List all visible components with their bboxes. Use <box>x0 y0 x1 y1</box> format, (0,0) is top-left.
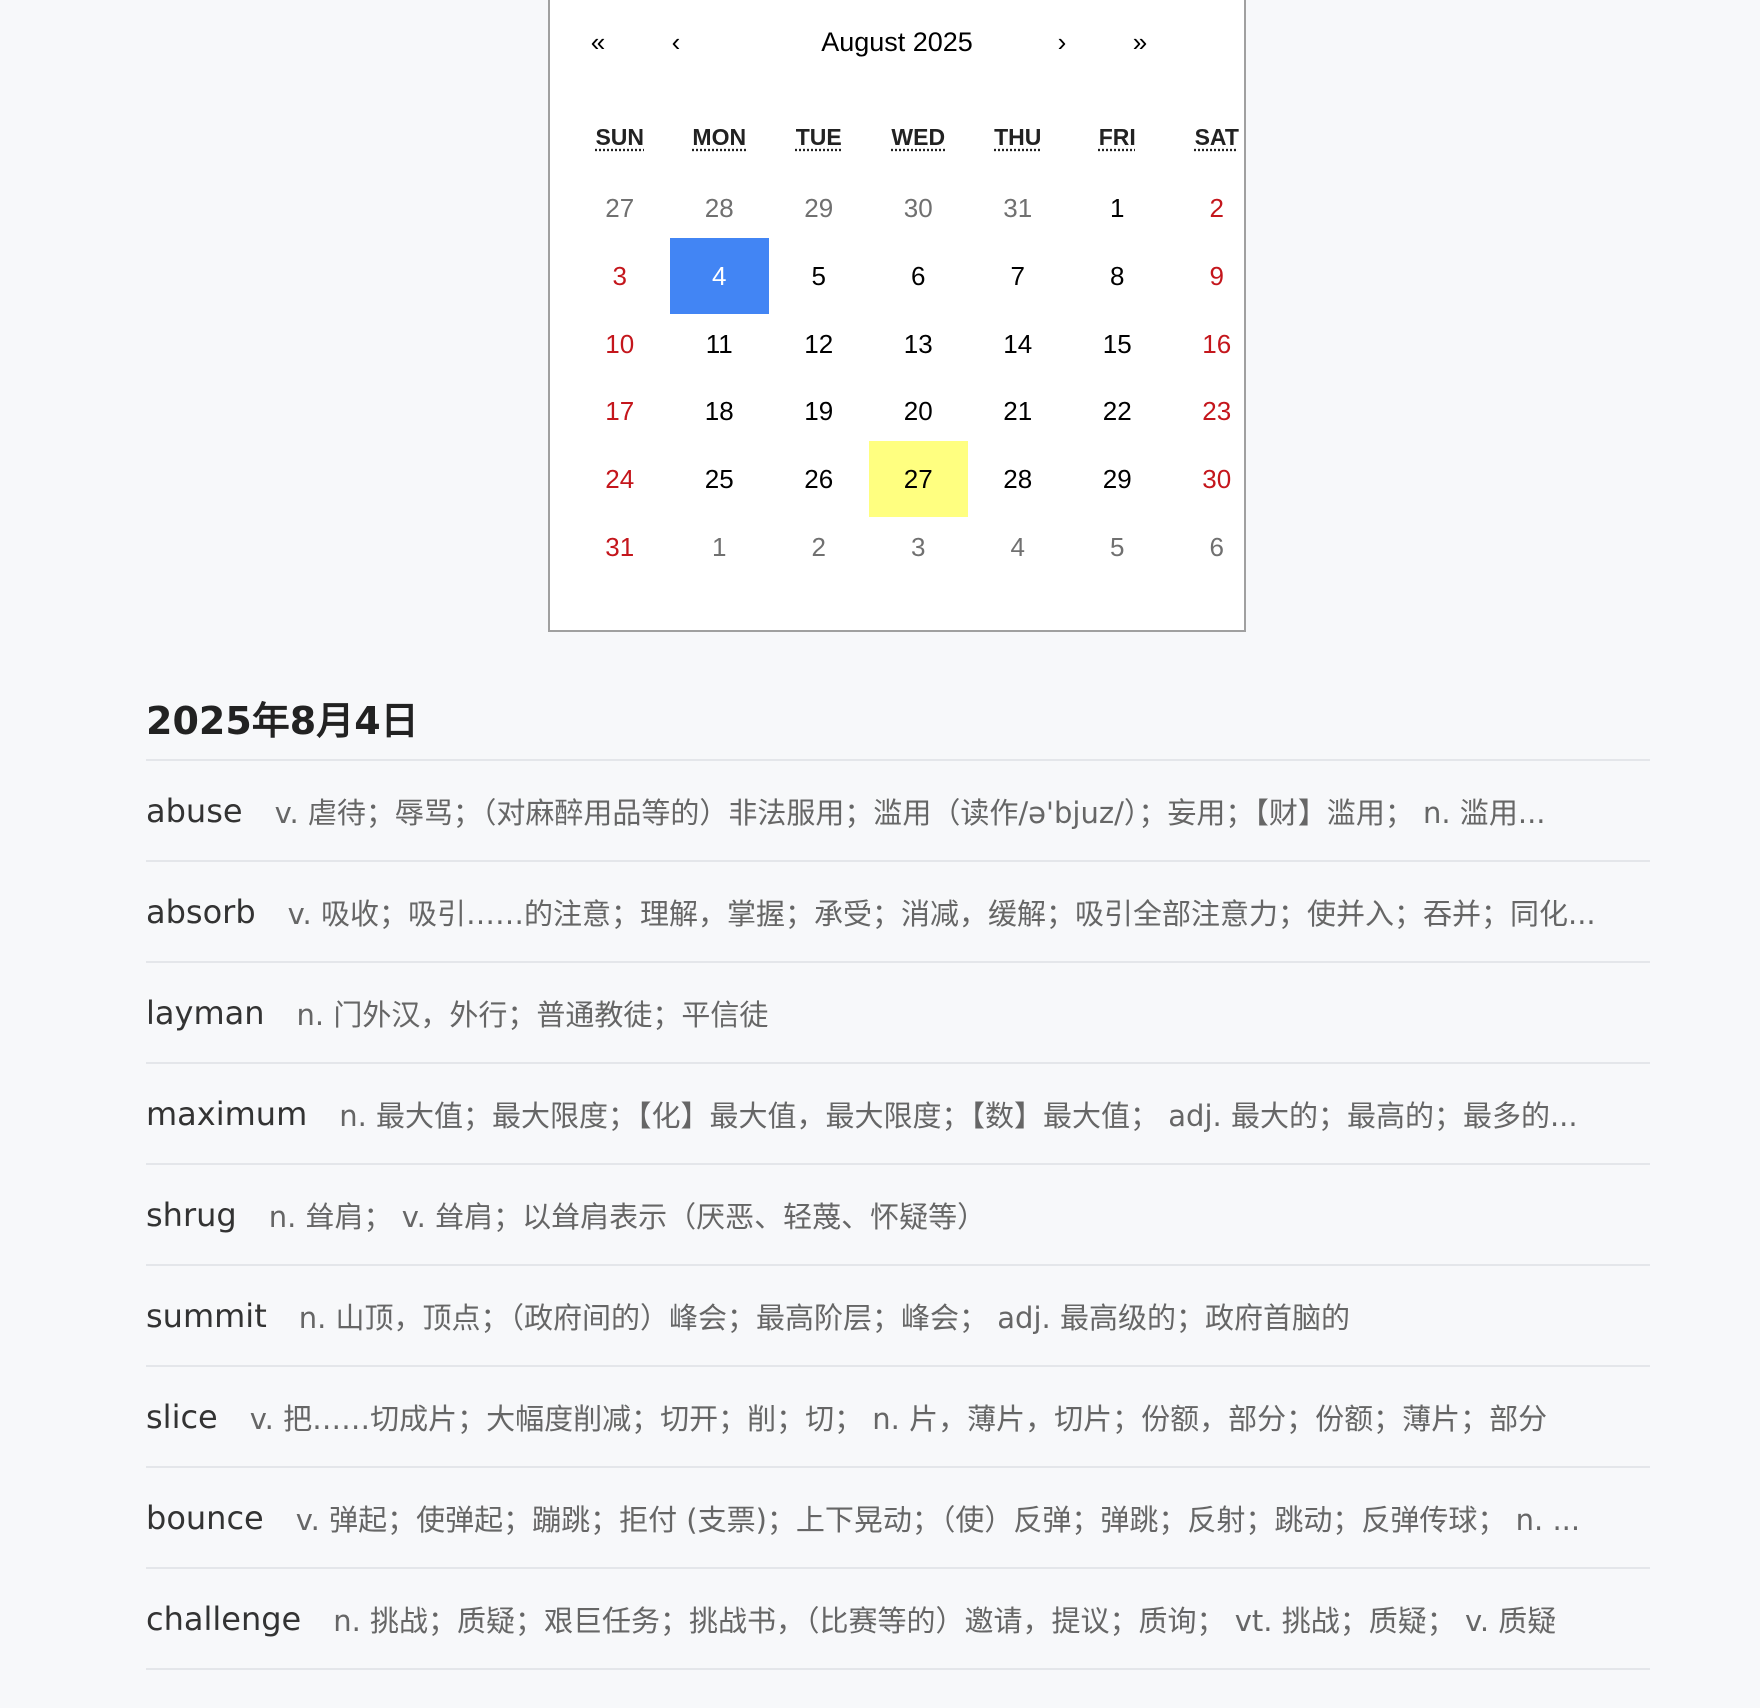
calendar-day[interactable]: 29 <box>769 170 869 246</box>
word-definition: n. 挑战；质疑；艰巨任务；挑战书，（比赛等的）邀请，提议；质询； vt. 挑战… <box>333 1603 1557 1638</box>
calendar-day[interactable]: 21 <box>968 373 1068 449</box>
weekday-mon: MON <box>670 124 770 151</box>
word-list: abuse v. 虐待；辱骂；（对麻醉用品等的）非法服用；滥用（读作/ə'bjuz… <box>146 761 1650 1670</box>
calendar-day[interactable]: 28 <box>968 441 1068 517</box>
selected-date-heading: 2025年8月4日 <box>146 699 419 743</box>
weekday-fri: FRI <box>1068 124 1168 151</box>
calendar-day[interactable]: 10 <box>570 306 670 382</box>
calendar-day[interactable]: 31 <box>570 509 670 585</box>
word-definition: v. 弹起；使弹起；蹦跳；拒付 (支票)；上下晃动；（使）反弹；弹跳；反射；跳动… <box>295 1502 1581 1537</box>
calendar-day[interactable]: 14 <box>968 306 1068 382</box>
calendar-day[interactable]: 26 <box>769 441 869 517</box>
word-definition: v. 吸收；吸引……的注意；理解，掌握；承受；消减，缓解；吸引全部注意力；使并入… <box>287 896 1596 931</box>
calendar-day[interactable]: 7 <box>968 238 1068 314</box>
word-definition: n. 山顶，顶点；（政府间的）峰会；最高阶层；峰会； adj. 最高级的；政府首… <box>298 1300 1350 1335</box>
calendar-day[interactable]: 6 <box>1167 509 1267 585</box>
calendar-day[interactable]: 19 <box>769 373 869 449</box>
calendar-day[interactable]: 3 <box>869 509 969 585</box>
weekday-sun: SUN <box>570 124 670 151</box>
calendar-day[interactable]: 27 <box>570 170 670 246</box>
calendar-widget: « ‹ August 2025 › » SUN MON TUE WED THU FRI SA… <box>548 0 1246 632</box>
calendar-day[interactable]: 13 <box>869 306 969 382</box>
weekday-label: SUN <box>595 124 645 150</box>
weekday-label: TUE <box>795 124 842 150</box>
word-list-item[interactable]: challenge n. 挑战；质疑；艰巨任务；挑战书，（比赛等的）邀请，提议；质… <box>146 1569 1650 1670</box>
calendar-day[interactable]: 28 <box>670 170 770 246</box>
weekday-thu: THU <box>968 124 1068 151</box>
calendar-day[interactable]: 17 <box>570 373 670 449</box>
word-list-item[interactable]: shrug n. 耸肩； v. 耸肩；以耸肩表示（厌恶、轻蔑、怀疑等） <box>146 1165 1650 1266</box>
weekday-label: WED <box>891 124 946 150</box>
calendar-day[interactable]: 22 <box>1068 373 1168 449</box>
word-definition: n. 门外汉，外行；普通教徒；平信徒 <box>296 997 769 1032</box>
word-term: maximum <box>146 1094 308 1133</box>
calendar-day[interactable]: 9 <box>1167 238 1267 314</box>
word-term: slice <box>146 1397 218 1436</box>
weekday-label: THU <box>994 124 1042 150</box>
word-list-item[interactable]: summit n. 山顶，顶点；（政府间的）峰会；最高阶层；峰会； adj. 最高… <box>146 1266 1650 1367</box>
calendar-day[interactable]: 30 <box>1167 441 1267 517</box>
word-list-item[interactable]: layman n. 门外汉，外行；普通教徒；平信徒 <box>146 963 1650 1064</box>
word-list-item[interactable]: abuse v. 虐待；辱骂；（对麻醉用品等的）非法服用；滥用（读作/ə'bjuz… <box>146 761 1650 862</box>
calendar-day[interactable]: 25 <box>670 441 770 517</box>
calendar-day[interactable]: 18 <box>670 373 770 449</box>
calendar-day-today[interactable]: 27 <box>868 441 968 518</box>
calendar-day[interactable]: 15 <box>1068 306 1168 382</box>
word-list-item[interactable]: slice v. 把……切成片；大幅度削减；切开；削；切； n. 片，薄片，切片；… <box>146 1367 1650 1468</box>
calendar-day[interactable]: 3 <box>570 238 670 314</box>
calendar-day[interactable]: 31 <box>968 170 1068 246</box>
calendar-day[interactable]: 11 <box>670 306 770 382</box>
next-year-button[interactable]: » <box>1118 22 1162 62</box>
calendar-day[interactable]: 5 <box>769 238 869 314</box>
calendar-day[interactable]: 29 <box>1068 441 1168 517</box>
word-term: challenge <box>146 1599 302 1638</box>
calendar-day[interactable]: 30 <box>869 170 969 246</box>
calendar-day[interactable]: 12 <box>769 306 869 382</box>
word-term: summit <box>146 1296 267 1335</box>
calendar-navigation: « ‹ August 2025 › » <box>550 0 1244 90</box>
word-term: abuse <box>146 791 243 830</box>
word-term: bounce <box>146 1498 264 1537</box>
weekday-label: MON <box>692 124 747 150</box>
calendar-day[interactable]: 1 <box>670 509 770 585</box>
calendar-day[interactable]: 8 <box>1068 238 1168 314</box>
word-term: shrug <box>146 1195 237 1234</box>
word-definition: v. 虐待；辱骂；（对麻醉用品等的）非法服用；滥用（读作/ə'bjuz/）；妄用… <box>274 795 1546 830</box>
word-definition: n. 最大值；最大限度；【化】最大值，最大限度；【数】最大值； adj. 最大的… <box>339 1098 1578 1133</box>
calendar-day[interactable]: 5 <box>1068 509 1168 585</box>
weekday-wed: WED <box>869 124 969 151</box>
weekday-tue: TUE <box>769 124 869 151</box>
weekday-label: SAT <box>1194 124 1239 150</box>
calendar-day-grid: 27 28 29 30 31 1 2 3 4 5 6 7 8 9 10 11 12 13 14 15 16 17 18 19 2… <box>570 174 1266 630</box>
calendar-day[interactable]: 23 <box>1167 373 1267 449</box>
calendar-day[interactable]: 6 <box>869 238 969 314</box>
weekday-label: FRI <box>1098 124 1136 150</box>
calendar-day[interactable]: 16 <box>1167 306 1267 382</box>
calendar-day[interactable]: 24 <box>570 441 670 517</box>
calendar-day[interactable]: 4 <box>968 509 1068 585</box>
word-list-item[interactable]: maximum n. 最大值；最大限度；【化】最大值，最大限度；【数】最大值； a… <box>146 1064 1650 1165</box>
word-definition: v. 把……切成片；大幅度削减；切开；削；切； n. 片，薄片，切片；份额，部分… <box>249 1401 1548 1436</box>
calendar-day[interactable]: 2 <box>769 509 869 585</box>
word-definition: n. 耸肩； v. 耸肩；以耸肩表示（厌恶、轻蔑、怀疑等） <box>268 1199 987 1234</box>
calendar-day-selected[interactable]: 4 <box>669 237 769 314</box>
calendar-day[interactable]: 20 <box>869 373 969 449</box>
next-month-button[interactable]: › <box>1040 22 1084 62</box>
word-term: absorb <box>146 892 256 931</box>
word-list-item[interactable]: absorb v. 吸收；吸引……的注意；理解，掌握；承受；消减，缓解；吸引全部注… <box>146 862 1650 963</box>
calendar-day[interactable]: 1 <box>1068 170 1168 246</box>
weekday-sat: SAT <box>1167 124 1267 151</box>
word-term: layman <box>146 993 265 1032</box>
weekday-header: SUN MON TUE WED THU FRI SAT <box>570 124 1266 164</box>
word-list-item[interactable]: bounce v. 弹起；使弹起；蹦跳；拒付 (支票)；上下晃动；（使）反弹；弹跳… <box>146 1468 1650 1569</box>
calendar-day[interactable]: 2 <box>1167 170 1267 246</box>
